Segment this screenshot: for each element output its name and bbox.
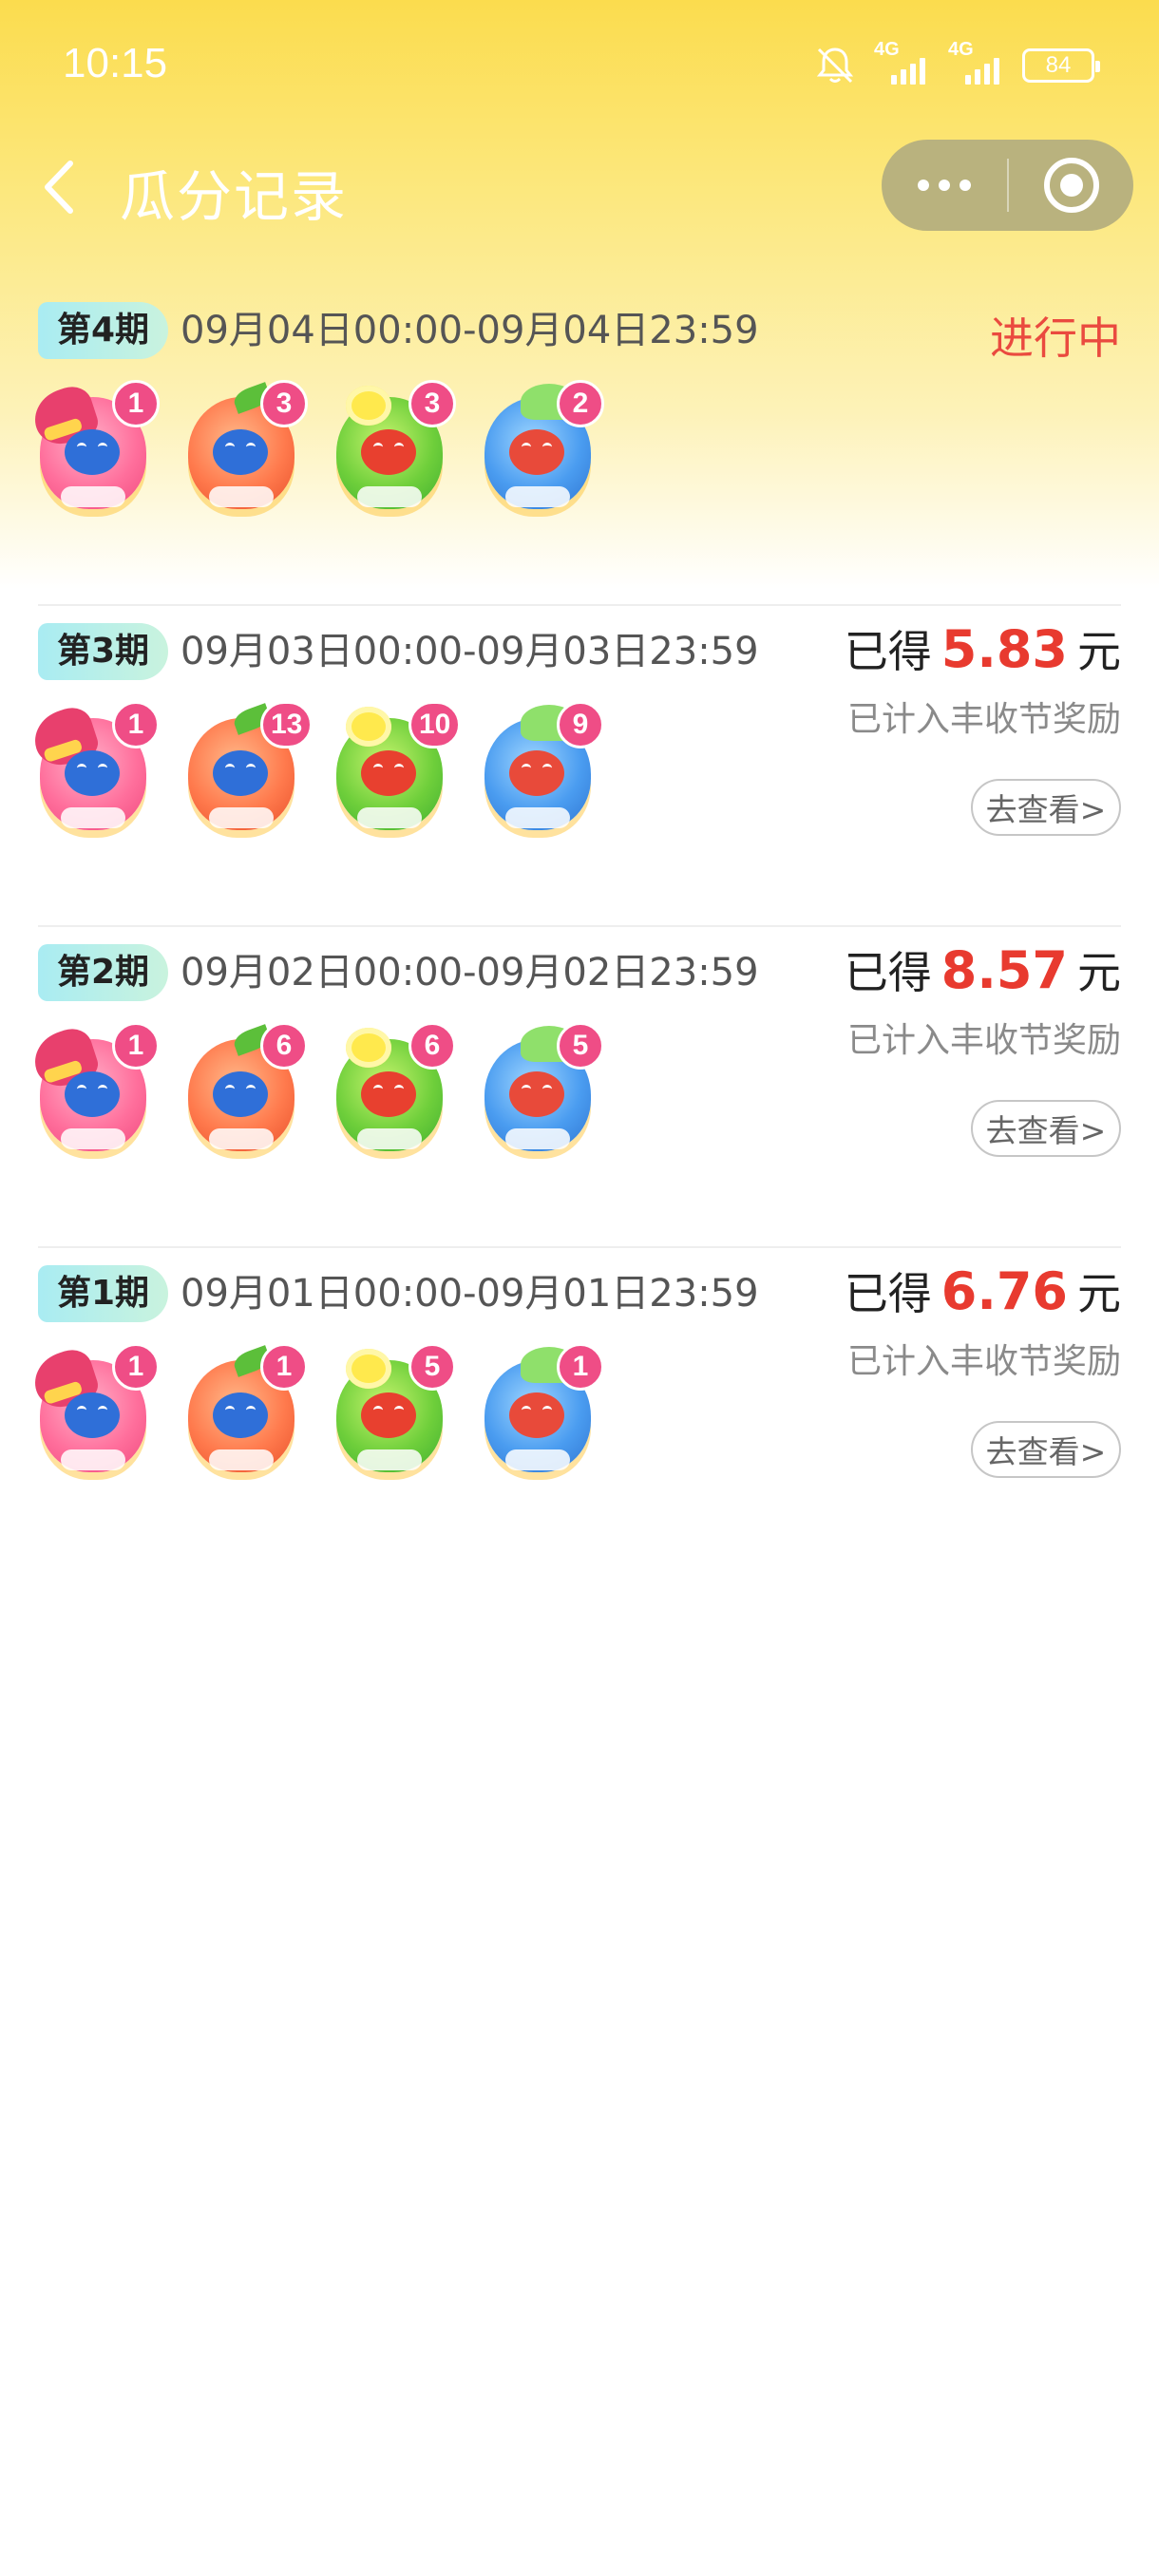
reward-note: 已计入丰收节奖励 bbox=[846, 1342, 1121, 1381]
earned-amount: 已得 8.57 元 bbox=[845, 938, 1121, 1001]
period-card: 第3期 09月03日00:00-09月03日23:59 已得 5.83 元 已计… bbox=[0, 606, 1159, 927]
target-circle-icon bbox=[1043, 158, 1099, 213]
earned-unit: 元 bbox=[1077, 947, 1121, 998]
bean-count: 9 bbox=[557, 701, 604, 748]
bean-count: 1 bbox=[112, 1022, 160, 1070]
bean-count: 6 bbox=[408, 1022, 456, 1070]
strawberry-bean-icon: 1 bbox=[27, 380, 160, 522]
earned-prefix: 已得 bbox=[844, 626, 932, 677]
persimmon-bean-icon: 6 bbox=[177, 1022, 308, 1165]
reward-note: 已计入丰收节奖励 bbox=[846, 700, 1121, 739]
period-badge: 第4期 bbox=[38, 302, 169, 359]
lotus-bean-icon: 5 bbox=[473, 1022, 604, 1165]
persimmon-bean-icon: 13 bbox=[177, 701, 314, 843]
period-date-range: 09月01日00:00-09月01日23:59 bbox=[180, 1272, 759, 1316]
period-badge: 第2期 bbox=[38, 944, 169, 1001]
bean-count: 1 bbox=[112, 701, 160, 748]
more-button[interactable] bbox=[882, 140, 1007, 231]
earned-value: 5.83 bbox=[940, 619, 1068, 679]
status-bar: 10:15 4G 4G 84 bbox=[0, 0, 1159, 133]
reward-note: 已计入丰收节奖励 bbox=[846, 1021, 1121, 1060]
persimmon-bean-icon: 1 bbox=[177, 1343, 308, 1486]
period-card: 第1期 09月01日00:00-09月01日23:59 已得 6.76 元 已计… bbox=[0, 1248, 1159, 1569]
bean-count: 3 bbox=[260, 380, 308, 427]
battery-icon: 84 bbox=[1022, 48, 1100, 83]
bean-count: 1 bbox=[112, 1343, 160, 1391]
earned-prefix: 已得 bbox=[844, 947, 932, 998]
earned-value: 6.76 bbox=[940, 1261, 1068, 1321]
osmanthus-bean-icon: 6 bbox=[325, 1022, 456, 1165]
period-date-range: 09月02日00:00-09月02日23:59 bbox=[180, 951, 759, 994]
bean-count: 5 bbox=[408, 1343, 456, 1391]
bean-count: 1 bbox=[557, 1343, 604, 1391]
view-details-button[interactable]: 去查看> bbox=[971, 1421, 1121, 1478]
mute-bell-icon bbox=[816, 47, 854, 84]
battery-level: 84 bbox=[1045, 52, 1072, 78]
bean-count: 5 bbox=[557, 1022, 604, 1070]
page-title: 瓜分记录 bbox=[120, 164, 349, 229]
signal-1-icon: 4G bbox=[874, 39, 931, 85]
bean-count: 1 bbox=[112, 380, 160, 427]
signal-2-icon: 4G bbox=[948, 39, 1005, 85]
more-dots-icon bbox=[918, 180, 929, 191]
strawberry-bean-icon: 1 bbox=[27, 1343, 160, 1486]
mini-program-capsule bbox=[882, 140, 1133, 231]
lotus-bean-icon: 1 bbox=[473, 1343, 604, 1486]
bean-count: 6 bbox=[260, 1022, 308, 1070]
osmanthus-bean-icon: 3 bbox=[325, 380, 456, 522]
period-badge: 第3期 bbox=[38, 623, 169, 680]
lotus-bean-icon: 2 bbox=[473, 380, 604, 522]
strawberry-bean-icon: 1 bbox=[27, 1022, 160, 1165]
bean-count: 3 bbox=[408, 380, 456, 427]
period-status: 进行中 bbox=[990, 313, 1121, 364]
view-details-button[interactable]: 去查看> bbox=[971, 1100, 1121, 1157]
period-card: 第2期 09月02日00:00-09月02日23:59 已得 8.57 元 已计… bbox=[0, 927, 1159, 1248]
persimmon-bean-icon: 3 bbox=[177, 380, 308, 522]
close-mini-program-button[interactable] bbox=[1009, 140, 1133, 231]
earned-prefix: 已得 bbox=[844, 1268, 932, 1319]
earned-value: 8.57 bbox=[940, 940, 1068, 1000]
period-date-range: 09月03日00:00-09月03日23:59 bbox=[180, 630, 759, 673]
osmanthus-bean-icon: 10 bbox=[325, 701, 462, 843]
earned-unit: 元 bbox=[1077, 626, 1121, 677]
back-arrow-icon[interactable] bbox=[36, 154, 84, 220]
period-date-range: 09月04日00:00-09月04日23:59 bbox=[180, 309, 759, 352]
view-details-button[interactable]: 去查看> bbox=[971, 779, 1121, 836]
period-card: 第4期 09月04日00:00-09月04日23:59 进行中 1 3 3 2 bbox=[0, 285, 1159, 606]
more-dots-icon bbox=[960, 180, 971, 191]
more-dots-icon bbox=[939, 180, 950, 191]
period-badge: 第1期 bbox=[38, 1265, 169, 1322]
earned-unit: 元 bbox=[1077, 1268, 1121, 1319]
status-icons: 4G 4G 84 bbox=[813, 39, 1100, 89]
earned-amount: 已得 6.76 元 bbox=[845, 1260, 1121, 1322]
bean-count: 13 bbox=[260, 701, 314, 748]
bean-count: 2 bbox=[557, 380, 604, 427]
lotus-bean-icon: 9 bbox=[473, 701, 604, 843]
bean-count: 1 bbox=[260, 1343, 308, 1391]
status-time: 10:15 bbox=[63, 40, 168, 86]
bean-count: 10 bbox=[408, 701, 462, 748]
strawberry-bean-icon: 1 bbox=[27, 701, 160, 843]
nav-bar: 瓜分记录 bbox=[0, 133, 1159, 237]
osmanthus-bean-icon: 5 bbox=[325, 1343, 456, 1486]
earned-amount: 已得 5.83 元 bbox=[845, 617, 1121, 680]
